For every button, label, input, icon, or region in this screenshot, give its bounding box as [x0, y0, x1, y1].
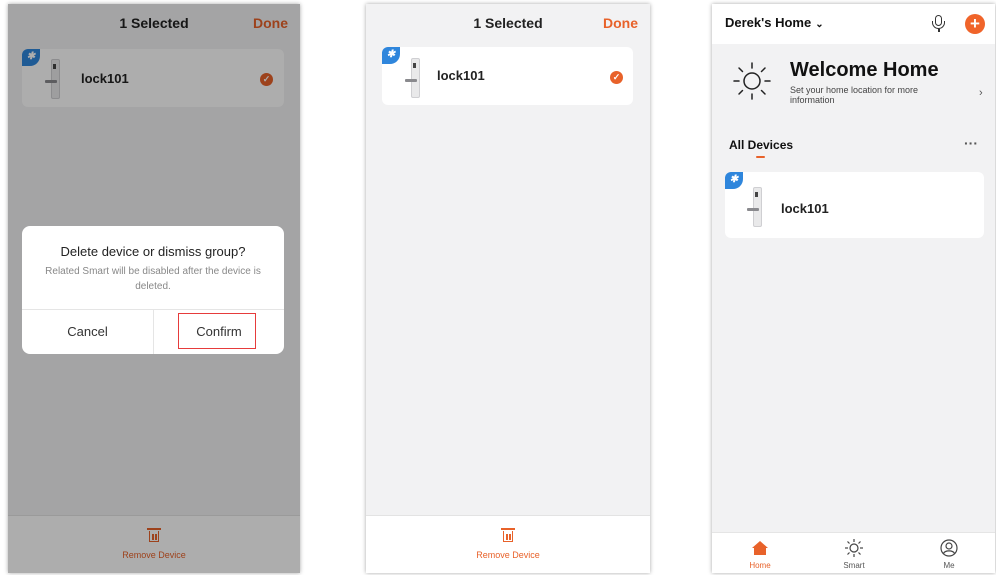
confirm-highlight-box [178, 313, 256, 349]
tab-home[interactable]: Home [730, 533, 790, 573]
dialog-title: Delete device or dismiss group? [60, 244, 246, 259]
welcome-subtitle: Set your home location for more informat… [790, 85, 919, 105]
active-tab-indicator [756, 156, 765, 158]
cancel-button[interactable]: Cancel [22, 310, 153, 354]
tab-smart[interactable]: Smart [824, 533, 884, 573]
phone-screen-home: Derek's Home ⌄ + Welcome Home Set your ho… [712, 4, 995, 573]
more-options-icon[interactable]: ··· [964, 135, 978, 151]
add-device-icon[interactable]: + [965, 14, 985, 34]
lock-device-image [404, 58, 426, 98]
welcome-title: Welcome Home [790, 59, 939, 81]
device-card[interactable]: ✱ lock101 [725, 172, 984, 238]
bluetooth-icon: ✱ [382, 47, 400, 64]
tab-label: Home [749, 561, 771, 570]
done-button[interactable]: Done [603, 15, 638, 31]
tab-label: Me [943, 561, 955, 570]
user-icon [940, 539, 958, 557]
home-name: Derek's Home [725, 15, 812, 30]
home-selector[interactable]: Derek's Home ⌄ [725, 15, 824, 30]
bottom-action-bar: Remove Device [366, 515, 650, 573]
tab-label: Smart [843, 561, 865, 570]
phone-screen-selection: 1 Selected Done ✱ lock101 ✓ Remove Devic… [366, 4, 650, 573]
phone-screen-delete-dialog: 1 Selected Done ✱ lock101 ✓ Remove Devic… [8, 4, 300, 573]
tab-all-devices[interactable]: All Devices [729, 138, 793, 152]
header: 1 Selected Done [366, 4, 650, 44]
device-name: lock101 [437, 68, 485, 83]
chevron-down-icon: ⌄ [815, 19, 824, 30]
microphone-icon[interactable] [931, 15, 947, 33]
bottom-tab-bar: Home Smart Me [712, 532, 995, 573]
lock-device-image [746, 187, 768, 227]
remove-device-button[interactable]: Remove Device [366, 550, 650, 560]
delete-dialog: Delete device or dismiss group? Related … [22, 226, 284, 354]
header: Derek's Home ⌄ + [712, 4, 995, 44]
trash-icon[interactable] [501, 528, 515, 544]
sun-icon [733, 62, 771, 100]
selected-check-icon[interactable]: ✓ [610, 71, 623, 84]
chevron-right-icon[interactable]: › [979, 87, 983, 99]
bluetooth-icon: ✱ [725, 172, 743, 189]
dialog-message: Related Smart will be disabled after the… [45, 266, 261, 292]
device-card[interactable]: ✱ lock101 ✓ [382, 47, 633, 105]
sun-icon [845, 539, 863, 557]
tab-me[interactable]: Me [919, 533, 979, 573]
device-name: lock101 [781, 201, 829, 216]
home-icon [752, 541, 768, 555]
